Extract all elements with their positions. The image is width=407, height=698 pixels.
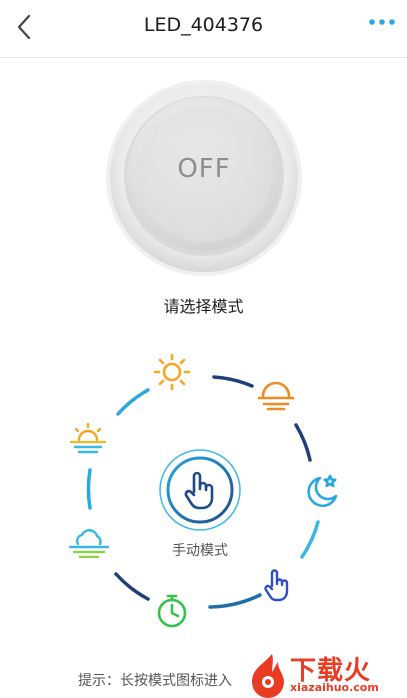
- sun-icon[interactable]: [152, 352, 192, 392]
- hand-icon[interactable]: [262, 568, 294, 604]
- mode-prompt: 请选择模式: [163, 297, 244, 316]
- moon-star-icon[interactable]: [300, 470, 342, 510]
- manual-mode-label: 手动模式: [172, 543, 228, 559]
- power-state-label: OFF: [177, 154, 231, 184]
- cloud-icon[interactable]: [66, 528, 112, 558]
- more-options-icon[interactable]: [367, 12, 397, 32]
- app-header: LED_404376: [0, 0, 407, 54]
- hint-text: 提示：长按模式图标进入: [78, 673, 232, 689]
- watermark-url: xiazaihuo.com: [290, 681, 379, 694]
- sunset-icon[interactable]: [256, 374, 296, 412]
- timer-icon[interactable]: [154, 592, 190, 630]
- manual-mode-button[interactable]: [172, 462, 228, 518]
- header-divider: [0, 57, 407, 58]
- page-title: LED_404376: [143, 14, 264, 36]
- sunrise-icon[interactable]: [68, 420, 108, 456]
